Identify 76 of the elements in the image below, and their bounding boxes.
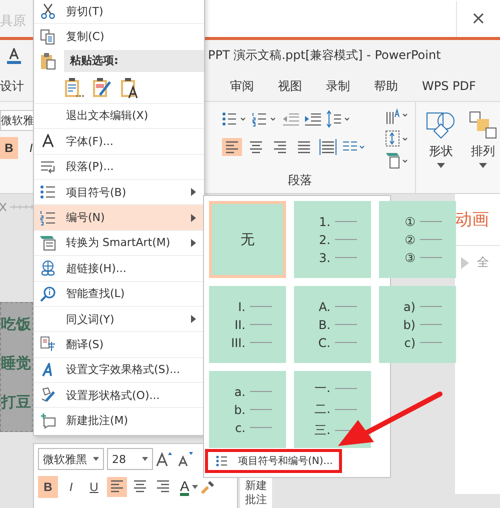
- grow-font-icon[interactable]: [156, 451, 174, 467]
- numbering-icon[interactable]: [252, 111, 278, 127]
- menu-item[interactable]: 复制(C): [34, 23, 204, 49]
- font-color-button[interactable]: A: [180, 478, 190, 496]
- format-button[interactable]: U: [84, 476, 104, 498]
- bullets-icon[interactable]: [222, 111, 248, 127]
- increase-indent-icon[interactable]: [304, 111, 322, 127]
- numbering-option[interactable]: 一. 二. 三.: [294, 371, 371, 448]
- slide-text: 睡觉: [1, 354, 32, 373]
- copy-icon: [40, 28, 56, 45]
- menu-item[interactable]: 编号(N): [34, 204, 204, 230]
- align-button[interactable]: [107, 477, 127, 497]
- translate-icon: [40, 336, 56, 352]
- shape-format-icon: [40, 387, 56, 404]
- numbering-option[interactable]: a) b) c): [379, 286, 456, 363]
- smartart-icon: [39, 234, 57, 251]
- ribbon-tab[interactable]: 审阅: [230, 76, 254, 96]
- slide-text: 吃饭: [1, 315, 32, 334]
- shrink-font-icon[interactable]: [177, 451, 195, 467]
- pane-title: 动画: [455, 209, 490, 231]
- ribbon-tab[interactable]: WPS PDF: [422, 77, 476, 95]
- shapes-icon: [426, 110, 456, 140]
- menu-item[interactable]: 字体(F)...: [34, 128, 204, 154]
- ribbon-tab[interactable]: 视图: [278, 76, 302, 96]
- bullets-and-numbering-item[interactable]: 项目符号和编号(N)...: [205, 449, 342, 473]
- globe-link-icon: [40, 260, 56, 276]
- group-label: 段落: [288, 172, 312, 189]
- font-dropdown[interactable]: 微软雅黑: [38, 448, 104, 470]
- paste-text-only-icon[interactable]: [120, 76, 140, 99]
- format-button[interactable]: I: [61, 476, 81, 498]
- menu-item[interactable]: 退出文本编辑(X): [34, 102, 204, 128]
- font-icon: [41, 134, 55, 148]
- ribbon-tab[interactable]: 设计: [0, 76, 24, 96]
- paragraph-icon: [40, 160, 56, 174]
- align-button[interactable]: [222, 138, 242, 156]
- text-direction-icon[interactable]: [385, 108, 409, 126]
- document-title-text: 具原: [0, 13, 26, 31]
- paste-picture-icon[interactable]: [92, 76, 112, 99]
- search-icon: [40, 286, 56, 302]
- align-text-icon[interactable]: [385, 130, 409, 148]
- scissors-icon: [40, 3, 56, 20]
- text-effect-icon: [41, 362, 55, 377]
- format-painter-icon[interactable]: [201, 480, 216, 494]
- new-comment-icon: [40, 412, 56, 429]
- menu-item[interactable]: 段落(P)...: [34, 154, 204, 179]
- smartart-icon[interactable]: [385, 152, 409, 170]
- format-button[interactable]: B: [0, 137, 18, 159]
- numbering-option[interactable]: A. B. C.: [294, 286, 371, 363]
- arrange-button[interactable]: 排列: [466, 110, 500, 193]
- shapes-button[interactable]: 形状: [424, 110, 458, 193]
- caret-icon: [437, 163, 445, 168]
- numbering-option[interactable]: a. b. c.: [209, 371, 286, 448]
- ribbon-tab[interactable]: 录制: [326, 76, 350, 96]
- numbering-option[interactable]: I. II. III.: [209, 286, 286, 363]
- caret-icon: [142, 457, 148, 461]
- font-color-icon[interactable]: [6, 48, 22, 64]
- paste-keep-format-icon[interactable]: [64, 76, 84, 99]
- ribbon-tab[interactable]: 帮助: [374, 76, 398, 96]
- format-button[interactable]: B: [38, 476, 58, 498]
- menu-item[interactable]: 剪切(T): [34, 0, 204, 24]
- caret-icon: [479, 163, 487, 168]
- numbering-option[interactable]: 无: [209, 201, 286, 278]
- numbering-option[interactable]: ① ② ③: [379, 201, 456, 278]
- numbering-icon: [40, 210, 56, 226]
- line-spacing-icon[interactable]: [326, 110, 352, 128]
- bullets-icon: [216, 455, 228, 467]
- window-title: PPT 演示文稿.ppt[兼容模式] - PowerPoint: [208, 47, 441, 64]
- caret-icon: [93, 457, 99, 461]
- font-size-dropdown[interactable]: 28: [107, 448, 153, 470]
- dropdown-arrow-icon[interactable]: [192, 485, 198, 489]
- bullets-icon: [40, 184, 56, 200]
- align-button[interactable]: [318, 138, 338, 156]
- menu-section-header: 粘贴选项:: [64, 50, 204, 72]
- clipboard-icon: [40, 52, 56, 70]
- new-comment-button[interactable]: 新建批注: [240, 478, 272, 508]
- numbering-option[interactable]: 1. 2. 3.: [294, 201, 371, 278]
